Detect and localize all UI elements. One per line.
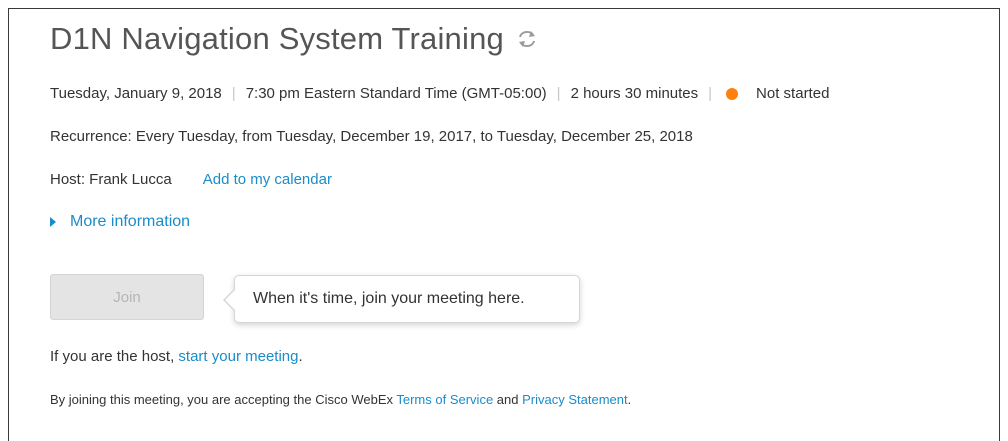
more-information-toggle[interactable]: More information [50,213,190,231]
terms-suffix: . [627,392,632,407]
host-row: Host: Frank Lucca Add to my calendar [50,171,332,188]
title-row: D1N Navigation System Training [50,21,538,57]
separator: | [556,85,561,102]
terms-line: By joining this meeting, you are accepti… [50,392,631,407]
terms-prefix: By joining this meeting, you are accepti… [50,392,397,407]
start-meeting-link[interactable]: start your meeting [178,348,298,365]
join-tooltip-text: When it's time, join your meeting here. [253,290,525,307]
meeting-duration: 2 hours 30 minutes [570,85,699,102]
meeting-time: 7:30 pm Eastern Standard Time (GMT-05:00… [245,85,547,102]
status-dot-icon [726,87,739,100]
meeting-meta-row: Tuesday, January 9, 2018 | 7:30 pm Easte… [50,85,829,102]
host-start-suffix: . [298,348,303,365]
host-start-prefix: If you are the host, [50,348,179,365]
terms-middle: and [493,392,523,407]
separator: | [231,85,236,102]
meeting-title: D1N Navigation System Training [50,21,504,56]
terms-of-service-link[interactable]: Terms of Service [396,392,493,407]
add-to-calendar-link[interactable]: Add to my calendar [203,171,332,188]
more-information-link[interactable]: More information [70,213,190,231]
recurrence-text: Recurrence: Every Tuesday, from Tuesday,… [50,128,693,145]
meeting-date: Tuesday, January 9, 2018 [50,85,222,102]
expand-triangle-icon [50,217,56,227]
recurrence-icon [516,28,538,50]
host-label: Host: Frank Lucca [50,171,172,188]
status-text: Not started [756,85,830,102]
join-button[interactable]: Join [50,274,204,320]
separator: | [708,85,713,102]
privacy-statement-link[interactable]: Privacy Statement [522,392,628,407]
join-tooltip: When it's time, join your meeting here. [223,275,580,323]
host-start-line: If you are the host, start your meeting. [50,348,303,365]
